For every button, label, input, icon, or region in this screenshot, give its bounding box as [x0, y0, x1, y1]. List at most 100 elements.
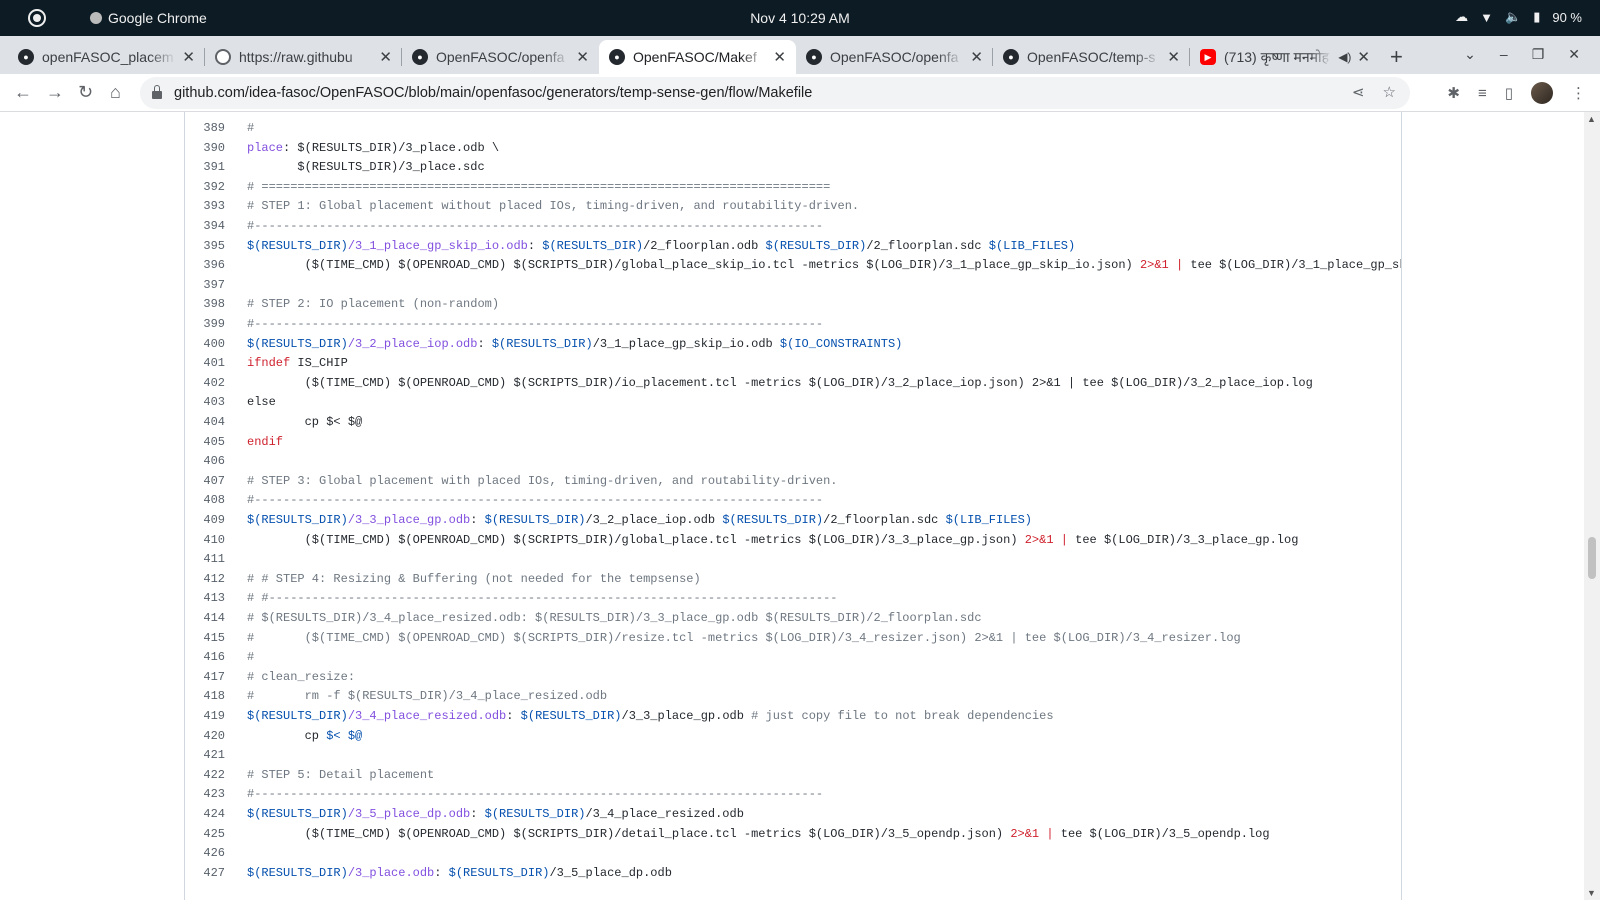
code-token: # STEP 1: Global placement without place…: [247, 199, 860, 214]
maximize-button[interactable]: ❐: [1532, 46, 1545, 63]
line-number[interactable]: 404: [185, 412, 225, 432]
page-content: 389 #390 place: $(RESULTS_DIR)/3_place.odb…: [0, 112, 1584, 900]
menu-icon[interactable]: ⋮: [1571, 84, 1586, 102]
line-number[interactable]: 389: [185, 118, 225, 138]
code-token: /3_3_place_gp.odb: [347, 513, 471, 527]
forward-button[interactable]: →: [46, 82, 64, 103]
url-text[interactable]: github.com/idea-fasoc/OpenFASOC/blob/mai…: [174, 85, 812, 101]
code-text: $(RESULTS_DIR)/3_2_place_iop.odb: $(RESU…: [247, 334, 902, 354]
code-line: 403 else: [185, 392, 275, 412]
scroll-up-arrow[interactable]: ▲: [1587, 114, 1596, 124]
line-number[interactable]: 422: [185, 765, 225, 785]
tab[interactable]: ● OpenFASOC/openfa ✕: [796, 40, 993, 74]
line-number[interactable]: 408: [185, 490, 225, 510]
line-number[interactable]: 391: [185, 157, 225, 177]
code-line: 412 # # STEP 4: Resizing & Buffering (not…: [185, 569, 700, 589]
line-number[interactable]: 405: [185, 432, 225, 452]
tab-active[interactable]: ● OpenFASOC/Makef ✕: [599, 40, 796, 74]
code-text: cp $< $@: [247, 412, 363, 432]
media-control-icon[interactable]: ≡: [1478, 85, 1487, 102]
line-number[interactable]: 419: [185, 706, 225, 726]
line-number[interactable]: 421: [185, 745, 225, 765]
code-token: place: [247, 140, 284, 155]
line-number[interactable]: 402: [185, 373, 225, 393]
vertical-scrollbar[interactable]: ▲ ▼: [1584, 112, 1600, 900]
line-number[interactable]: 427: [185, 863, 225, 883]
line-number[interactable]: 416: [185, 647, 225, 667]
lock-icon[interactable]: [152, 85, 162, 99]
line-number[interactable]: 413: [185, 588, 225, 608]
share-icon[interactable]: ⋖: [1352, 83, 1365, 101]
line-number[interactable]: 407: [185, 471, 225, 491]
close-window-button[interactable]: ✕: [1568, 46, 1580, 63]
line-number[interactable]: 424: [185, 804, 225, 824]
audio-icon[interactable]: ◀): [1338, 50, 1351, 64]
close-icon[interactable]: ✕: [182, 48, 195, 66]
code-line: 391 $(RESULTS_DIR)/3_place.sdc: [185, 157, 484, 177]
line-number[interactable]: 423: [185, 784, 225, 804]
tab[interactable]: https://raw.githubu ✕: [205, 40, 402, 74]
line-number[interactable]: 420: [185, 726, 225, 746]
tab[interactable]: ● OpenFASOC/temp-s ✕: [993, 40, 1190, 74]
tab[interactable]: ● OpenFASOC/openfa ✕: [402, 40, 599, 74]
line-number[interactable]: 396: [185, 255, 225, 275]
app-menu[interactable]: Google Chrome: [90, 10, 207, 26]
clock[interactable]: Nov 4 10:29 AM: [750, 10, 850, 26]
line-number[interactable]: 392: [185, 177, 225, 197]
line-number[interactable]: 406: [185, 451, 225, 471]
line-number[interactable]: 398: [185, 294, 225, 314]
close-icon[interactable]: ✕: [576, 48, 589, 66]
line-number[interactable]: 394: [185, 216, 225, 236]
line-number[interactable]: 393: [185, 196, 225, 216]
back-button[interactable]: ←: [14, 82, 32, 103]
battery-level: 90 %: [1552, 9, 1582, 25]
line-number[interactable]: 399: [185, 314, 225, 334]
line-number[interactable]: 401: [185, 353, 225, 373]
close-icon[interactable]: ✕: [1357, 48, 1370, 66]
new-tab-button[interactable]: +: [1390, 44, 1403, 70]
line-number[interactable]: 415: [185, 628, 225, 648]
code-line: 417 # clean_resize:: [185, 667, 355, 687]
code-line: 406: [185, 451, 225, 471]
tab[interactable]: ● openFASOC_placem ✕: [8, 40, 205, 74]
line-number[interactable]: 411: [185, 549, 225, 569]
code-text: # rm -f $(RESULTS_DIR)/3_4_place_resized…: [247, 686, 607, 706]
tab[interactable]: ▶ (713) कृष्णा मनमोह ◀) ✕: [1190, 40, 1380, 74]
line-number[interactable]: 400: [185, 334, 225, 354]
close-icon[interactable]: ✕: [773, 48, 786, 66]
activities-icon[interactable]: [28, 9, 46, 27]
side-panel-icon[interactable]: ▯: [1505, 84, 1513, 102]
close-icon[interactable]: ✕: [1167, 48, 1180, 66]
line-number[interactable]: 403: [185, 392, 225, 412]
line-number[interactable]: 426: [185, 843, 225, 863]
line-number[interactable]: 397: [185, 275, 225, 295]
address-bar[interactable]: github.com/idea-fasoc/OpenFASOC/blob/mai…: [140, 77, 1410, 109]
home-button[interactable]: ⌂: [110, 82, 121, 103]
scroll-down-arrow[interactable]: ▼: [1587, 888, 1596, 898]
scrollbar-thumb[interactable]: [1588, 537, 1596, 579]
close-icon[interactable]: ✕: [379, 48, 392, 66]
system-tray[interactable]: ☁ ▼ 🔈 ▮ 90 %: [1455, 9, 1582, 25]
wifi-icon: ▼: [1480, 9, 1494, 25]
line-number[interactable]: 414: [185, 608, 225, 628]
line-number[interactable]: 418: [185, 686, 225, 706]
code-token: # rm -f $(RESULTS_DIR)/3_4_place_resized…: [247, 689, 608, 704]
line-number[interactable]: 412: [185, 569, 225, 589]
profile-avatar[interactable]: [1531, 82, 1553, 104]
bookmark-star-icon[interactable]: ☆: [1383, 83, 1396, 101]
line-number[interactable]: 410: [185, 530, 225, 550]
browser-toolbar: ← → ↻ ⌂ github.com/idea-fasoc/OpenFASOC/…: [0, 74, 1600, 112]
minimize-button[interactable]: –: [1500, 46, 1508, 63]
close-icon[interactable]: ✕: [970, 48, 983, 66]
line-number[interactable]: 395: [185, 236, 225, 256]
reload-button[interactable]: ↻: [78, 82, 93, 103]
line-number[interactable]: 417: [185, 667, 225, 687]
line-number[interactable]: 425: [185, 824, 225, 844]
extensions-icon[interactable]: ✱: [1447, 84, 1460, 102]
code-token: :: [527, 238, 543, 253]
line-number[interactable]: 390: [185, 138, 225, 158]
tab-title: OpenFASOC/openfa: [830, 49, 959, 65]
tab-search-icon[interactable]: ⌄: [1464, 46, 1476, 63]
line-number[interactable]: 409: [185, 510, 225, 530]
